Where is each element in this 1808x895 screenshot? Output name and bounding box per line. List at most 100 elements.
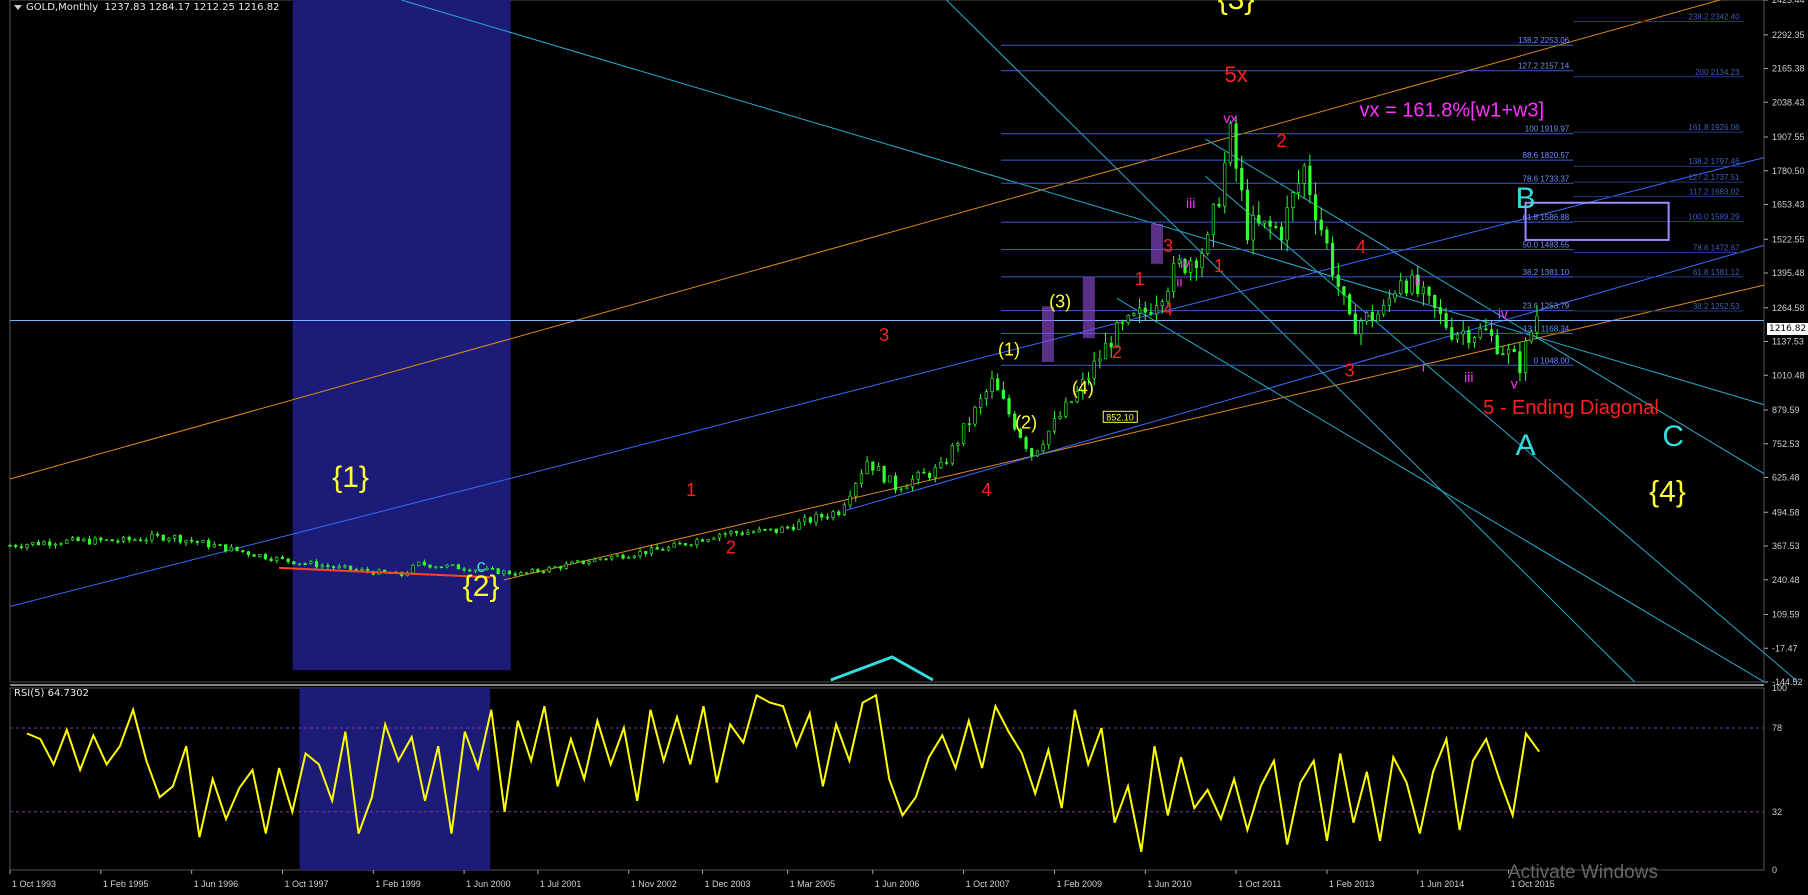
dropdown-icon[interactable] [14,4,22,10]
candle-body [797,521,801,530]
candle-body [1535,315,1539,333]
fib-level-label: 161.8 1926.06 [1688,123,1740,132]
candle-body [1433,295,1437,308]
candle-body [1512,348,1516,352]
candle-body [178,535,182,543]
candle-body [1319,219,1323,231]
candle-body [167,537,171,541]
candle-body [31,541,35,545]
candle-body [990,378,994,392]
wave-label: 5 - Ending Diagonal [1483,397,1659,419]
candle-body [218,544,222,546]
candle-body [712,537,716,540]
candle-body [848,495,852,506]
candle-body [1365,311,1369,322]
candle-body [604,558,608,561]
x-tick-label: 1 Oct 1997 [284,879,328,889]
wave-label: 4 [1163,300,1173,320]
candle-body [212,544,216,548]
wave-label: ii [1176,273,1182,289]
candle-body [434,566,438,569]
rsi-panel [9,687,1765,871]
fib-level-label: 38.2 1381.10 [1523,268,1570,277]
candle-body [1007,398,1011,415]
y-tick-label: 2038.43 [1772,97,1805,107]
candle-body [1064,401,1068,417]
candle-body [967,423,971,425]
candle-body [150,533,154,541]
candle-body [1211,203,1215,235]
candle-body [1421,286,1426,294]
candle-body [348,565,353,570]
wave-label: iii [1464,369,1473,385]
candle-body [297,563,302,565]
candle-body [36,541,40,546]
candle-body [752,531,756,534]
candle-body [70,537,75,541]
chart-window: 161.8 2458.84138.2 2253.06127.2 2157.141… [0,0,1808,891]
candle-body [632,555,637,558]
candle-body [1024,437,1028,449]
fib-level-label: 138.2 1797.46 [1688,157,1740,166]
wave-label: C [1662,420,1684,453]
candle-body [14,545,18,547]
wave-label: 1 [1214,256,1224,276]
wave-label: 1 [686,480,696,500]
wave-label: vx [1223,110,1237,126]
candle-body [314,561,319,568]
y-tick-label: 625.48 [1772,473,1800,483]
candle-body [683,543,688,546]
candle-body [979,398,983,408]
candle-body [661,549,665,551]
candle-body [1472,337,1477,343]
candle-body [859,473,864,484]
candle-body [876,466,881,471]
fib-level-label: 138.2 2253.06 [1518,36,1570,45]
candle-body [808,517,812,523]
candle-body [1041,444,1045,452]
candle-body [360,568,364,571]
wave-label: A [1516,429,1536,462]
candle-body [1393,293,1397,299]
candle-body [780,526,784,533]
y-tick-label: -17.47 [1772,643,1798,653]
wave-label: v [1511,376,1518,392]
wave-label: 3 [1163,236,1173,256]
candle-body [292,561,296,565]
candle-body [1047,430,1051,446]
x-tick-label: 1 Jun 1996 [194,879,239,889]
wave-label: iv [1498,305,1508,321]
candle-body [456,564,461,570]
candle-body [190,539,194,542]
candle-body [1268,220,1272,227]
candle-body [1382,304,1386,315]
candle-body [939,462,943,468]
candle-body [1506,348,1511,355]
candle-body [871,461,875,471]
candle-body [1313,194,1318,221]
candle-body [76,537,80,542]
candle-body [439,566,444,569]
candle-body [831,511,835,518]
x-tick-label: 1 Nov 2002 [631,879,677,889]
chart-header: GOLD,Monthly 1237.83 1284.17 1212.25 121… [14,2,279,13]
candle-body [1336,274,1340,287]
candle-body [1302,165,1306,184]
x-tick-label: 1 Mar 2005 [790,879,836,889]
rsi-tick-label: 78 [1772,723,1782,733]
candle-body [1285,207,1289,241]
candle-body [984,391,988,399]
candle-body [610,556,614,560]
candle-body [956,443,960,446]
x-tick-label: 1 Jul 2001 [540,879,582,889]
candle-body [530,569,534,573]
y-tick-label: 1137.53 [1772,337,1804,347]
candle-body [587,561,591,564]
candle-body [1484,328,1488,331]
candle-body [1495,335,1499,355]
candle-body [1035,450,1040,457]
candle-body [666,546,671,551]
candle-body [343,565,347,568]
candle-body [507,570,512,575]
candle-body [1399,280,1403,294]
